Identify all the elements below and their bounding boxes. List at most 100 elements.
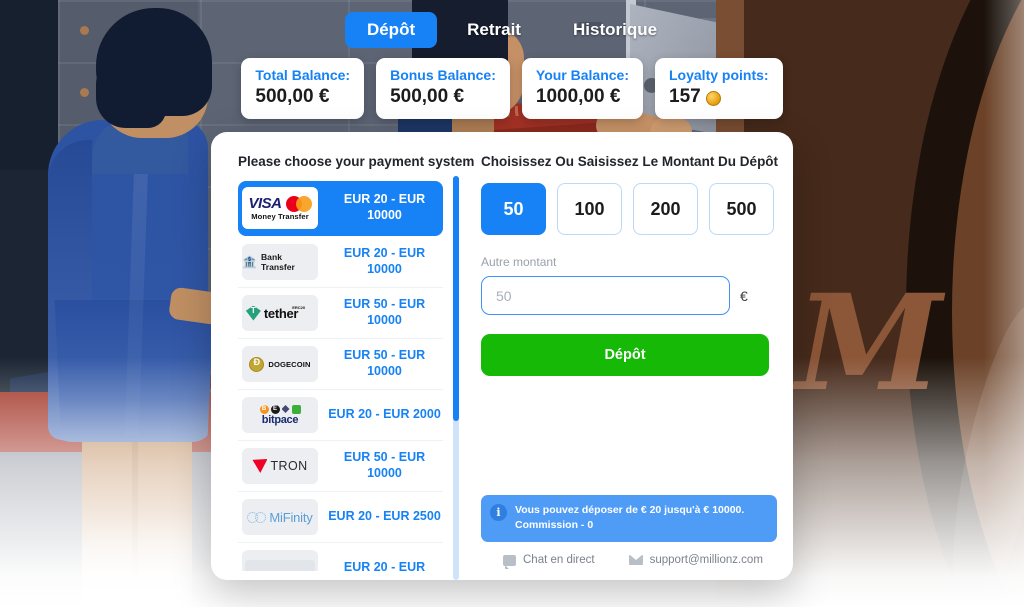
mifinity-logo: MiFinity [242,499,318,535]
other-amount-label: Autre montant [481,255,557,269]
tether-marks: tether ERC20 [245,304,314,321]
payment-limit: EUR 20 - EUR 10000 [343,192,426,222]
info-banner-text: Vous pouvez déposer de € 20 jusqu'à € 10… [515,503,744,533]
support-email-label: support@millionz.com [649,554,763,566]
payment-limit: EUR 20 - EUR 10000 [343,246,426,276]
balance-label: Bonus Balance: [390,67,496,83]
amount-chip-500[interactable]: 500 [709,183,774,235]
amount-chip-100[interactable]: 100 [557,183,622,235]
payment-limit: EUR 20 - EUR [343,560,426,571]
payment-method-visa-mastercard[interactable]: VISA Money Transfer EUR 20 - EUR 10000 [238,181,443,236]
tron-logo: TRON [242,448,318,484]
dogecoin-logo: DOGECOIN [242,346,318,382]
tab-retrait[interactable]: Retrait [445,12,543,48]
bank-transfer-label: Bank Transfer [260,252,295,272]
payment-limit: EUR 50 - EUR 10000 [343,450,426,480]
visa-mastercard-logo: VISA Money Transfer [242,187,318,229]
ethereum-icon: E [270,404,280,414]
visa-mastercard-marks: VISA [248,195,312,212]
payment-method-bitpace[interactable]: B E bitpace EUR 20 - EUR 2000 [238,390,443,441]
payment-methods-list[interactable]: VISA Money Transfer EUR 20 - EUR 10000 🏦… [238,181,443,571]
app-stage: M Dépôt Retrait Historique Total Balance… [0,0,1024,607]
balance-value: 500,00 € [255,86,330,107]
payment-method-tether[interactable]: tether ERC20 EUR 50 - EUR 10000 [238,288,443,339]
person-one-legs-split [132,440,138,600]
dogecoin-icon [249,356,265,372]
balance-value: 1000,00 € [535,86,621,107]
info-line-1: Vous pouvez déposer de € 20 jusqu'à € 10… [515,503,745,516]
other-amount-row: € [481,276,778,315]
amount-chip-50[interactable]: 50 [481,183,546,235]
payment-panel-title: Please choose your payment system [238,154,475,169]
tether-logo: tether ERC20 [242,295,318,331]
bitpace-label: bitpace [261,414,299,426]
balance-cards: Total Balance: 500,00 € Bonus Balance: 5… [0,58,1024,119]
balance-card-loyalty: Loyalty points: 157 [655,58,783,119]
bitpace-coin-icons: B E [259,404,301,414]
tether-icon [245,305,261,321]
amount-input[interactable] [481,276,730,315]
tether-network-badge: ERC20 [292,304,306,310]
payment-systems-panel: Please choose your payment system VISA M… [211,132,475,580]
tab-historique[interactable]: Historique [551,12,679,48]
balance-card-total: Total Balance: 500,00 € [241,58,365,119]
balance-label: Loyalty points: [669,67,769,83]
bank-transfer-logo: 🏦 Bank Transfer [242,244,318,280]
payment-method-bank-transfer[interactable]: 🏦 Bank Transfer EUR 20 - EUR 10000 [238,237,443,288]
deposit-modal: Please choose your payment system VISA M… [211,132,793,580]
amount-chip-200[interactable]: 200 [633,183,698,235]
tron-label: TRON [270,459,308,473]
currency-symbol: € [740,287,748,304]
balance-label: Your Balance: [535,67,629,83]
info-line-2: Commission - 0 [515,518,594,531]
brand-watermark: M [796,266,942,421]
coin-icon [705,90,721,106]
payment-method-dogecoin[interactable]: DOGECOIN EUR 50 - EUR 10000 [238,339,443,390]
balance-label: Total Balance: [255,67,351,83]
bitpace-marks: B E bitpace [259,404,301,426]
tron-marks: TRON [252,459,307,473]
deposit-button[interactable]: Dépôt [481,334,769,376]
balance-value: 500,00 € [390,86,465,107]
payment-method-partial[interactable]: EUR 20 - EUR [238,543,443,571]
support-links: Chat en direct support@millionz.com [481,554,778,569]
money-transfer-label: Money Transfer [251,212,309,221]
mifinity-marks: MiFinity [247,509,313,525]
mastercard-icon [285,195,312,212]
diamond-icon [281,405,290,413]
live-chat-label: Chat en direct [523,554,595,566]
payment-method-mifinity[interactable]: MiFinity EUR 20 - EUR 2500 [238,492,443,543]
balance-card-your: Your Balance: 1000,00 € [521,58,643,119]
mail-icon [628,555,643,565]
bitcoin-icon: B [259,404,269,414]
bitpace-logo: B E bitpace [242,397,318,433]
deposit-tabs: Dépôt Retrait Historique [0,12,1024,48]
payment-limit: EUR 20 - EUR 2500 [328,509,441,524]
tab-depot[interactable]: Dépôt [344,12,438,48]
infinity-icon [247,511,267,523]
live-chat-link[interactable]: Chat en direct [503,554,595,569]
deposit-info-banner: i Vous pouvez déposer de € 20 jusqu'à € … [481,494,777,542]
node-icon [291,404,301,414]
payment-limit: EUR 50 - EUR 10000 [343,297,426,327]
dogecoin-label: DOGECOIN [268,359,311,369]
tron-icon [252,459,268,473]
amount-chip-group: 50 100 200 500 [481,183,778,235]
info-icon: i [490,503,507,521]
placeholder-logo [242,550,318,571]
amount-panel-title: Choisissez Ou Saisissez Le Montant Du Dé… [481,154,779,169]
payment-limit: EUR 50 - EUR 10000 [343,348,426,378]
support-email-link[interactable]: support@millionz.com [628,554,763,566]
bank-icon: 🏦 [242,255,257,269]
loyalty-points-value: 157 [669,86,701,107]
dogecoin-marks: DOGECOIN [249,356,311,372]
payment-limit: EUR 20 - EUR 2000 [328,407,441,422]
amount-panel: Choisissez Ou Saisissez Le Montant Du Dé… [459,132,793,580]
balance-card-bonus: Bonus Balance: 500,00 € [376,58,510,119]
bank-transfer-marks: 🏦 Bank Transfer [242,252,318,272]
chat-icon [503,554,516,569]
balance-value-row: 157 [669,86,769,108]
placeholder-logo-bar [245,560,315,571]
mifinity-label: MiFinity [269,509,313,525]
payment-method-tron[interactable]: TRON EUR 50 - EUR 10000 [238,441,443,492]
